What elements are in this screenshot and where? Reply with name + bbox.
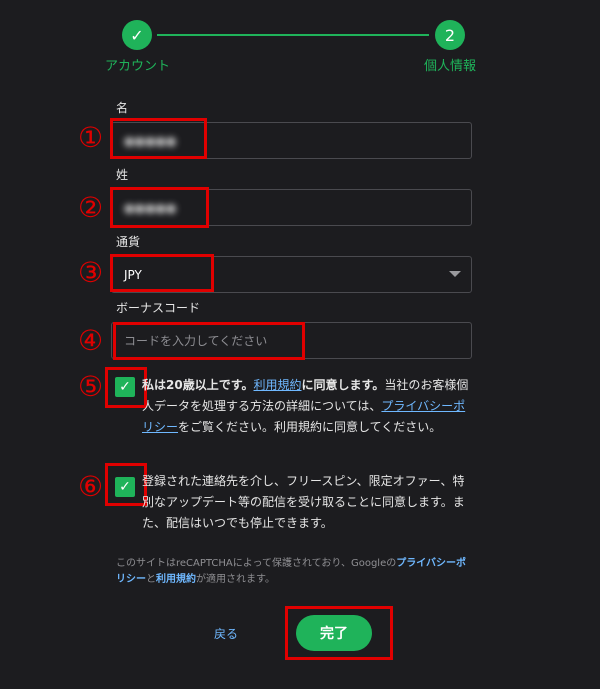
recaptcha-mid: と: [146, 574, 156, 585]
step1-complete-circle: ✓: [122, 20, 152, 50]
step2-current-circle: 2: [435, 20, 465, 50]
annotation-number-1: ①: [78, 121, 104, 154]
marketing-consent-text: 登録された連絡先を介し、フリースピン、限定オファー、特別なアップデート等の配信を…: [142, 474, 465, 530]
consent1-suffix: をご覧ください。利用規約に同意してください。: [178, 420, 442, 434]
back-button[interactable]: 戻る: [214, 625, 238, 642]
first-name-label: 名: [116, 101, 129, 115]
annotation-number-2: ②: [78, 191, 104, 224]
check-icon: ✓: [130, 25, 144, 45]
last-name-label: 姓: [116, 168, 129, 182]
currency-label: 通貨: [116, 235, 141, 249]
stepper-progress-line: [157, 34, 429, 36]
age-terms-consent-text: 私は20歳以上です。利用規約に同意します。当社のお客様個人データを処理する方法の…: [142, 375, 474, 438]
annotation-number-5: ⑤: [78, 370, 104, 403]
step2-number: 2: [444, 25, 456, 45]
highlight-box-2: [110, 187, 209, 228]
consent1-mid-bold: に同意します。: [301, 378, 385, 392]
bonus-code-label: ボーナスコード: [116, 301, 201, 315]
annotation-number-6: ⑥: [78, 470, 104, 503]
highlight-box-4: [113, 322, 305, 360]
annotation-number-3: ③: [78, 256, 104, 289]
consent1-bold-prefix: 私は20歳以上です。: [142, 378, 254, 392]
terms-link[interactable]: 利用規約: [254, 378, 302, 392]
step2-label: 個人情報: [424, 59, 477, 74]
highlight-box-3: [110, 254, 214, 292]
highlight-box-5: [105, 367, 147, 408]
recaptcha-prefix: このサイトはreCAPTCHAによって保護されており、Googleの: [116, 558, 397, 569]
highlight-box-6: [105, 463, 147, 506]
recaptcha-suffix: が適用されます。: [196, 574, 275, 585]
annotation-number-4: ④: [78, 324, 104, 357]
caret-down-icon: [449, 271, 461, 277]
recaptcha-notice: このサイトはreCAPTCHAによって保護されており、Googleのプライバシー…: [116, 556, 476, 588]
step1-label: アカウント: [105, 59, 171, 74]
highlight-box-complete: [285, 606, 393, 660]
google-terms-link[interactable]: 利用規約: [156, 574, 196, 585]
highlight-box-1: [110, 118, 207, 159]
